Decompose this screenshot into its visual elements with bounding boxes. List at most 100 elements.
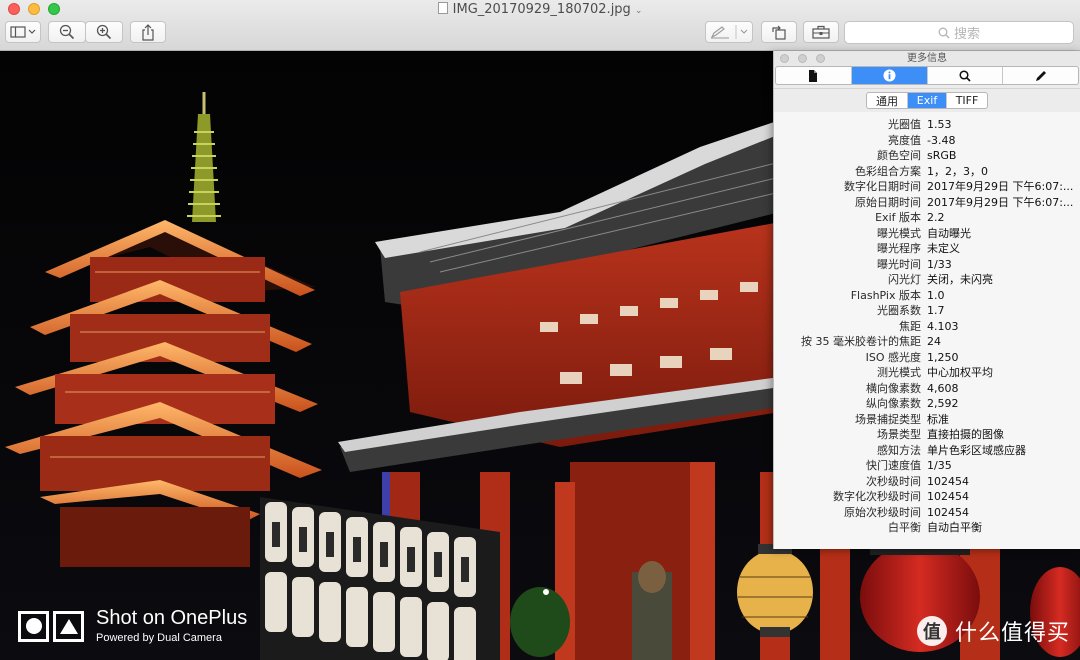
exif-row: 次秒级时间 102454 — [774, 474, 1080, 490]
zoom-in-button[interactable] — [85, 21, 123, 43]
exif-value[interactable]: 关闭，未闪亮 — [927, 272, 1075, 288]
exif-value[interactable]: 1,250 — [927, 350, 1075, 366]
exif-value[interactable]: 1.0 — [927, 288, 1075, 304]
exif-value[interactable]: 4,608 — [927, 381, 1075, 397]
exif-row: 原始次秒级时间 102454 — [774, 505, 1080, 521]
exif-row: 测光模式 中心加权平均 — [774, 365, 1080, 381]
exif-row: 感知方法 单片色彩区域感应器 — [774, 443, 1080, 459]
exif-key: 测光模式 — [877, 366, 921, 379]
pencil-icon — [1035, 70, 1046, 81]
more-info-panel: 更多信息 通用 Exif TIFF 光圈值 1.53 亮度值 -3.48 颜色空… — [773, 51, 1080, 549]
exif-key: FlashPix 版本 — [850, 288, 921, 302]
exif-key: 曝光模式 — [877, 226, 921, 240]
exif-value[interactable]: 1.53 — [927, 117, 1075, 133]
exif-value[interactable]: 2.2 — [927, 210, 1075, 226]
zoom-out-icon — [59, 24, 75, 40]
panel-title: 更多信息 — [907, 53, 947, 64]
exif-value[interactable]: 单片色彩区域感应器 — [927, 443, 1075, 459]
exif-value[interactable]: 102454 — [927, 489, 1075, 505]
rotate-button[interactable] — [761, 21, 797, 43]
panel-zoom-button[interactable] — [816, 54, 825, 63]
exif-value[interactable]: 2017年9月29日 下午6:07:... — [927, 195, 1075, 211]
exif-value[interactable]: 102454 — [927, 474, 1075, 490]
exif-value[interactable]: 2017年9月29日 下午6:07:... — [927, 179, 1075, 195]
panel-close-button[interactable] — [780, 54, 789, 63]
exif-key: 亮度值 — [888, 133, 921, 147]
exif-value[interactable]: 2,592 — [927, 396, 1075, 412]
search-placeholder: 搜索 — [953, 27, 980, 42]
inspector-tabs — [775, 66, 1079, 85]
sidebar-view-button[interactable] — [5, 21, 41, 43]
search-icon — [959, 69, 971, 82]
divider — [774, 88, 1080, 89]
toolbox-button[interactable] — [803, 21, 839, 43]
exif-table: 光圈值 1.53 亮度值 -3.48 颜色空间 sRGB 色彩组合方案 1，2，3，0 数字化日… — [774, 112, 1080, 549]
exif-row: 数字化日期时间 2017年9月29日 下午6:07:... — [774, 179, 1080, 195]
window-title[interactable]: IMG_20170929_180702.jpg ⌄ — [0, 1, 1080, 20]
exif-key: 光圈值 — [888, 118, 921, 131]
exif-row: 原始日期时间 2017年9月29日 下午6:07:... — [774, 195, 1080, 211]
exif-value[interactable]: 1/35 — [927, 458, 1075, 474]
exif-value[interactable]: 未定义 — [927, 241, 1075, 257]
exif-row: 光圈系数 1.7 — [774, 303, 1080, 319]
exif-value[interactable]: 24 — [927, 334, 1075, 350]
exif-key: 曝光时间 — [877, 257, 921, 271]
exif-value[interactable]: 1/33 — [927, 257, 1075, 273]
exif-row: 焦距 4.103 — [774, 319, 1080, 335]
exif-row: 曝光时间 1/33 — [774, 257, 1080, 273]
tab-more-info[interactable] — [851, 67, 928, 84]
exif-value[interactable]: 中心加权平均 — [927, 365, 1075, 381]
exif-value[interactable]: sRGB — [927, 148, 1075, 164]
exif-key: Exif 版本 — [875, 211, 921, 224]
exif-value[interactable]: 自动曝光 — [927, 226, 1075, 242]
metadata-tabs: 通用 Exif TIFF — [866, 92, 988, 109]
zoom-out-button[interactable] — [48, 21, 86, 43]
exif-key: 按 35 毫米胶卷计的焦距 — [801, 335, 921, 348]
tab-keywords[interactable] — [928, 67, 1004, 84]
exif-row: 横向像素数 4,608 — [774, 381, 1080, 397]
site-watermark-text: 什么值得买 — [954, 621, 1070, 646]
tab-annotations[interactable] — [1003, 67, 1078, 84]
exif-key: 曝光程序 — [877, 242, 921, 255]
share-button[interactable] — [130, 21, 166, 43]
exif-key: 横向像素数 — [866, 381, 921, 395]
exif-key: 场景捕捉类型 — [855, 412, 921, 426]
watermark-title: Shot on OnePlus — [96, 607, 248, 629]
dual-camera-logo-icon — [18, 610, 84, 642]
exif-row: 颜色空间 sRGB — [774, 148, 1080, 164]
tab-general[interactable]: 通用 — [867, 93, 908, 108]
exif-key: 纵向像素数 — [866, 397, 921, 410]
exif-value[interactable]: 1，2，3，0 — [927, 164, 1075, 180]
panel-minimize-button[interactable] — [798, 54, 807, 63]
exif-row: FlashPix 版本 1.0 — [774, 288, 1080, 304]
watermark-subtitle: Powered by Dual Camera — [96, 632, 222, 644]
exif-key: 焦距 — [899, 319, 921, 333]
markup-button[interactable] — [705, 21, 753, 43]
exif-value[interactable]: -3.48 — [927, 133, 1075, 149]
exif-key: 快门速度值 — [866, 459, 921, 472]
zoom-in-icon — [96, 24, 112, 40]
exif-key: 颜色空间 — [877, 149, 921, 162]
document-icon — [437, 2, 448, 14]
window-title-text: IMG_20170929_180702.jpg — [452, 2, 631, 17]
exif-value[interactable]: 4.103 — [927, 319, 1075, 335]
exif-key: ISO 感光度 — [865, 350, 921, 364]
exif-value[interactable]: 1.7 — [927, 303, 1075, 319]
exif-key: 白平衡 — [888, 521, 921, 534]
exif-key: 场景类型 — [877, 428, 921, 441]
tab-tiff[interactable]: TIFF — [947, 93, 987, 108]
exif-value[interactable]: 标准 — [927, 412, 1075, 428]
tab-exif[interactable]: Exif — [908, 93, 947, 108]
exif-value[interactable]: 102454 — [927, 505, 1075, 521]
toolbox-icon — [812, 25, 830, 39]
exif-value[interactable]: 直接拍摄的图像 — [927, 427, 1075, 443]
exif-row: 数字化次秒级时间 102454 — [774, 489, 1080, 505]
search-field[interactable]: 搜索 — [844, 21, 1074, 44]
exif-row: Exif 版本 2.2 — [774, 210, 1080, 226]
exif-key: 感知方法 — [877, 443, 921, 457]
exif-key: 光圈系数 — [877, 304, 921, 317]
exif-key: 次秒级时间 — [866, 474, 921, 488]
exif-row: 快门速度值 1/35 — [774, 458, 1080, 474]
exif-value[interactable]: 自动白平衡 — [927, 520, 1075, 536]
tab-general-info[interactable] — [776, 67, 852, 84]
